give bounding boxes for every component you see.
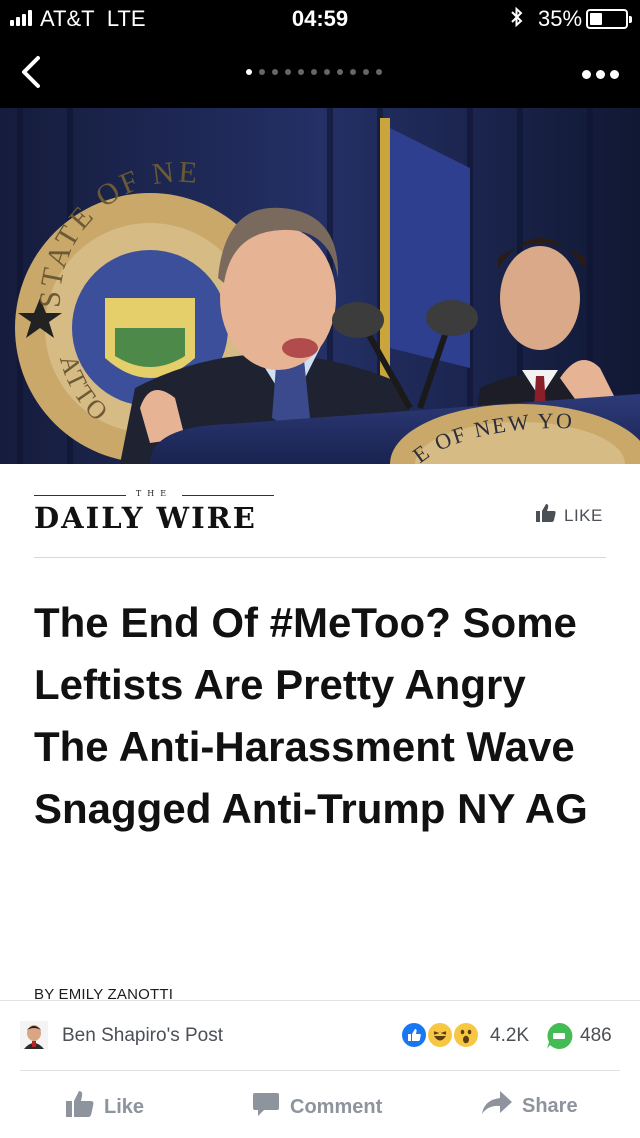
bluetooth-icon bbox=[510, 6, 524, 34]
avatar[interactable] bbox=[20, 1021, 48, 1049]
action-bar: Like Comment Share bbox=[0, 1071, 640, 1138]
logo-the: THE bbox=[135, 489, 173, 498]
battery-percent: 35% bbox=[538, 6, 583, 31]
article-headline[interactable]: The End Of #MeToo? Some Leftists Are Pre… bbox=[34, 592, 594, 840]
comment-count[interactable]: 486 bbox=[580, 1025, 612, 1047]
reaction-icons[interactable] bbox=[400, 1021, 490, 1051]
thumbs-up-icon bbox=[66, 1091, 94, 1123]
page-dot bbox=[259, 69, 265, 75]
post-info-bar: Ben Shapiro's Post 4.2K 486 bbox=[0, 1000, 640, 1070]
nav-bar bbox=[0, 38, 640, 108]
comment-label: Comment bbox=[290, 1095, 383, 1118]
comment-icon bbox=[252, 1091, 280, 1123]
like-reaction-icon bbox=[400, 1021, 428, 1049]
page-indicator bbox=[246, 69, 382, 75]
publisher-like-label: LIKE bbox=[564, 505, 603, 525]
page-dot bbox=[363, 69, 369, 75]
page-dot bbox=[246, 69, 252, 75]
battery-level-fill bbox=[590, 13, 602, 25]
comment-count-icon bbox=[544, 1021, 574, 1051]
article-hero-image[interactable]: STATE OF NE ATTO E OF NEW YO bbox=[0, 108, 640, 464]
battery-nub bbox=[629, 16, 632, 23]
comment-button[interactable]: Comment bbox=[252, 1091, 382, 1123]
like-button[interactable]: Like bbox=[66, 1091, 144, 1123]
page-dot bbox=[272, 69, 278, 75]
chevron-left-icon[interactable] bbox=[14, 52, 46, 92]
ellipsis-icon[interactable] bbox=[582, 64, 622, 84]
like-label: Like bbox=[104, 1095, 145, 1118]
status-bar: AT&T LTE 04:59 35% bbox=[0, 0, 640, 38]
battery-icon bbox=[586, 9, 632, 29]
page-dot bbox=[376, 69, 382, 75]
page-dot bbox=[350, 69, 356, 75]
page-dot bbox=[298, 69, 304, 75]
thumbs-up-icon bbox=[536, 504, 556, 527]
haha-reaction-icon bbox=[426, 1021, 454, 1049]
reaction-count[interactable]: 4.2K bbox=[490, 1025, 529, 1047]
daily-wire-logo[interactable]: THE DAILY WIRE bbox=[34, 486, 274, 536]
share-button[interactable]: Share bbox=[482, 1091, 578, 1121]
page-dot bbox=[337, 69, 343, 75]
logo-name: DAILY WIRE bbox=[34, 501, 257, 535]
page-dot bbox=[311, 69, 317, 75]
publisher-header: THE DAILY WIRE LIKE bbox=[34, 486, 606, 558]
share-arrow-icon bbox=[482, 1091, 512, 1121]
post-source-link[interactable]: Ben Shapiro's Post bbox=[62, 1025, 223, 1047]
page-dot bbox=[324, 69, 330, 75]
page-dot bbox=[285, 69, 291, 75]
share-label: Share bbox=[522, 1094, 578, 1117]
publisher-like-button[interactable]: LIKE bbox=[536, 504, 603, 527]
wow-reaction-icon bbox=[452, 1021, 480, 1049]
